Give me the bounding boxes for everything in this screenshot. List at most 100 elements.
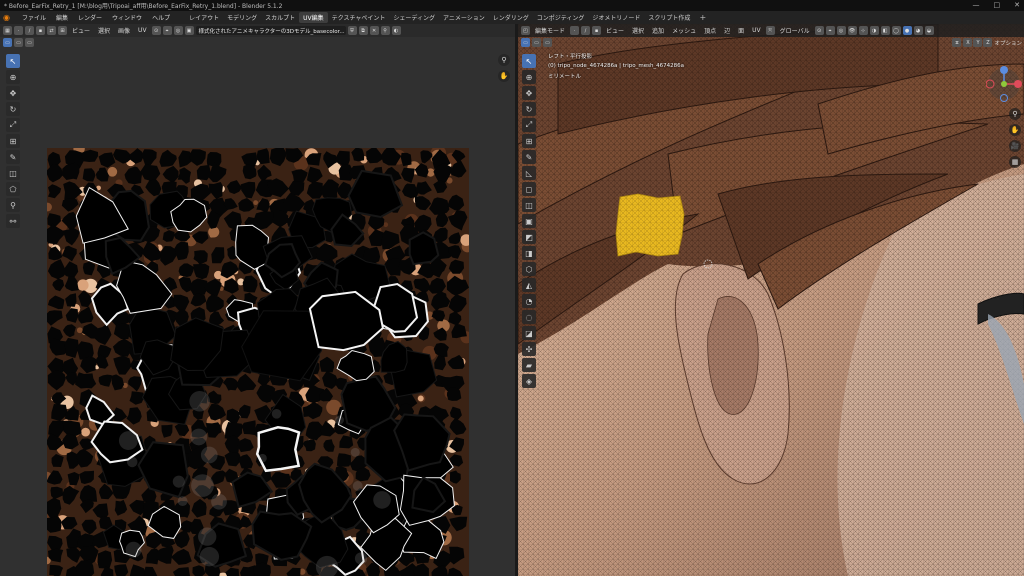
tab-sculpt[interactable]: スカルプト: [261, 12, 299, 23]
vp-annotate-tool-icon[interactable]: ✎: [522, 150, 536, 164]
options-dropdown[interactable]: オプション: [994, 39, 1022, 47]
proportional-editing-icon[interactable]: ◎: [836, 26, 846, 35]
menu-help[interactable]: ヘルプ: [147, 13, 175, 22]
image-browse-icon[interactable]: ▣: [184, 26, 194, 35]
menu-edit[interactable]: 編集: [51, 13, 73, 22]
vp-scale-tool-icon[interactable]: ⤢: [522, 118, 536, 132]
spin-tool-icon[interactable]: ◔: [522, 294, 536, 308]
uv-menu-uv[interactable]: UV: [135, 27, 150, 34]
select-tool-icon[interactable]: ↖: [6, 54, 20, 68]
visibility-icon[interactable]: 👁: [847, 26, 857, 35]
vp-menu-face[interactable]: 面: [735, 26, 747, 35]
vp-measure-tool-icon[interactable]: ◺: [522, 166, 536, 180]
inset-tool-icon[interactable]: ▣: [522, 214, 536, 228]
proportional-edit-icon[interactable]: ◎: [173, 26, 183, 35]
knife-tool-icon[interactable]: ⬡: [522, 262, 536, 276]
menu-file[interactable]: ファイル: [17, 13, 51, 22]
vp-zoom-icon[interactable]: ⚲: [1009, 108, 1021, 120]
vp-select-extend-icon[interactable]: ▭: [532, 38, 541, 47]
vp-menu-view[interactable]: ビュー: [603, 26, 627, 35]
vp-menu-vertex[interactable]: 頂点: [701, 26, 719, 35]
axis-x-button[interactable]: X: [963, 38, 973, 47]
grab-tool-icon[interactable]: ◫: [6, 166, 20, 180]
orientation-icon[interactable]: ⤧: [765, 26, 775, 35]
tab-texture-paint[interactable]: テクスチャペイント: [328, 12, 390, 23]
mirror-icon[interactable]: ⧖: [952, 38, 962, 47]
display-channels-icon[interactable]: ◐: [391, 26, 401, 35]
rip-tool-icon[interactable]: ⚯: [6, 214, 20, 228]
xray-icon[interactable]: ◧: [880, 26, 890, 35]
pivot-icon[interactable]: ⊙: [151, 26, 161, 35]
shading-solid-icon[interactable]: ●: [902, 26, 912, 35]
vp-cursor-tool-icon[interactable]: ⊕: [522, 70, 536, 84]
minimize-button[interactable]: —: [973, 1, 980, 9]
pin-icon[interactable]: ⚲: [380, 26, 390, 35]
tab-compositing[interactable]: コンポジティング: [533, 12, 589, 23]
menu-render[interactable]: レンダー: [73, 13, 107, 22]
image-name-field[interactable]: 様式化されたアニメキャラクターの3Dモデル_basecolor...: [195, 26, 346, 35]
vp-select-tool-icon[interactable]: ↖: [522, 54, 536, 68]
tab-geometry-nodes[interactable]: ジオメトリノード: [588, 12, 644, 23]
transform-tool-icon[interactable]: ⊞: [6, 134, 20, 148]
poly-build-tool-icon[interactable]: ◭: [522, 278, 536, 292]
snap-icon[interactable]: ⌖: [162, 26, 172, 35]
vp-menu-mesh[interactable]: メッシュ: [669, 26, 699, 35]
vp-menu-select[interactable]: 選択: [629, 26, 647, 35]
tab-shading[interactable]: シェーディング: [389, 12, 439, 23]
rotate-tool-icon[interactable]: ↻: [6, 102, 20, 116]
edge-select-icon[interactable]: ∕: [581, 26, 591, 35]
mode-selector[interactable]: 編集モード: [532, 26, 568, 35]
uv-select-mode-edge-icon[interactable]: ∕: [25, 26, 34, 35]
relax-tool-icon[interactable]: ⬠: [6, 182, 20, 196]
axis-y-button[interactable]: Y: [973, 38, 983, 47]
fake-user-icon[interactable]: ⛨: [347, 26, 357, 35]
add-cube-tool-icon[interactable]: ◻: [522, 182, 536, 196]
vp-move-tool-icon[interactable]: ✥: [522, 86, 536, 100]
vp-select-subtract-icon[interactable]: ▭: [543, 38, 552, 47]
tab-scripting[interactable]: スクリプト作成: [644, 12, 694, 23]
tab-layout[interactable]: レイアウト: [185, 12, 223, 23]
tab-animation[interactable]: アニメーション: [439, 12, 489, 23]
overlay-icon[interactable]: ◑: [869, 26, 879, 35]
tab-rendering[interactable]: レンダリング: [489, 12, 533, 23]
shading-rendered-icon[interactable]: ◒: [924, 26, 934, 35]
face-select-icon[interactable]: ▪: [592, 26, 602, 35]
extrude-tool-icon[interactable]: ◫: [522, 198, 536, 212]
move-tool-icon[interactable]: ✥: [6, 86, 20, 100]
pivot-point-icon[interactable]: ⊙: [814, 26, 824, 35]
bevel-tool-icon[interactable]: ◩: [522, 230, 536, 244]
select-box-icon[interactable]: ▭: [3, 38, 12, 47]
menu-window[interactable]: ウィンドウ: [107, 13, 147, 22]
snapping-icon[interactable]: ⌖: [825, 26, 835, 35]
vp-menu-edge[interactable]: 辺: [721, 26, 733, 35]
uv-menu-view[interactable]: ビュー: [69, 26, 93, 35]
shear-tool-icon[interactable]: ▰: [522, 358, 536, 372]
maximize-button[interactable]: □: [994, 1, 1001, 9]
uv-sync-icon[interactable]: ⇄: [47, 26, 56, 35]
select-extend-icon[interactable]: ▭: [14, 38, 23, 47]
rip-region-tool-icon[interactable]: ◈: [522, 374, 536, 388]
uv-editor-area[interactable]: ▦ · ∕ ▪ ⇄ ⊞ ビュー 選択 画像 UV ⊙ ⌖ ◎ ▣ 様式化されたア…: [0, 24, 515, 576]
scale-tool-icon[interactable]: ⤢: [6, 118, 20, 132]
uv-sticky-mode-icon[interactable]: ⊞: [58, 26, 67, 35]
loop-cut-tool-icon[interactable]: ◨: [522, 246, 536, 260]
vp-rotate-tool-icon[interactable]: ↻: [522, 102, 536, 116]
vp-pan-icon[interactable]: ✋: [1009, 124, 1021, 136]
shading-material-icon[interactable]: ◕: [913, 26, 923, 35]
tab-uv-editing[interactable]: UV編集: [299, 12, 328, 23]
transform-orientation-dropdown[interactable]: グローバル: [777, 26, 813, 35]
uv-select-mode-vertex-icon[interactable]: ·: [14, 26, 23, 35]
vp-menu-add[interactable]: 追加: [649, 26, 667, 35]
editor-type-icon[interactable]: ▦: [3, 26, 12, 35]
navigation-gizmo[interactable]: [986, 66, 1022, 102]
perspective-toggle-icon[interactable]: ▦: [1009, 156, 1021, 168]
new-image-icon[interactable]: ⧉: [358, 26, 368, 35]
3d-viewport-area[interactable]: ◰ 編集モード · ∕ ▪ ビュー 選択 追加 メッシュ 頂点 辺 面 UV ⤧…: [518, 24, 1024, 576]
smooth-tool-icon[interactable]: ◌: [522, 310, 536, 324]
select-subtract-icon[interactable]: ▭: [25, 38, 34, 47]
uv-menu-select[interactable]: 選択: [95, 26, 113, 35]
tab-modeling[interactable]: モデリング: [223, 12, 261, 23]
close-button[interactable]: ✕: [1014, 1, 1020, 9]
vertex-select-icon[interactable]: ·: [570, 26, 580, 35]
vp-select-box-icon[interactable]: ▭: [521, 38, 530, 47]
